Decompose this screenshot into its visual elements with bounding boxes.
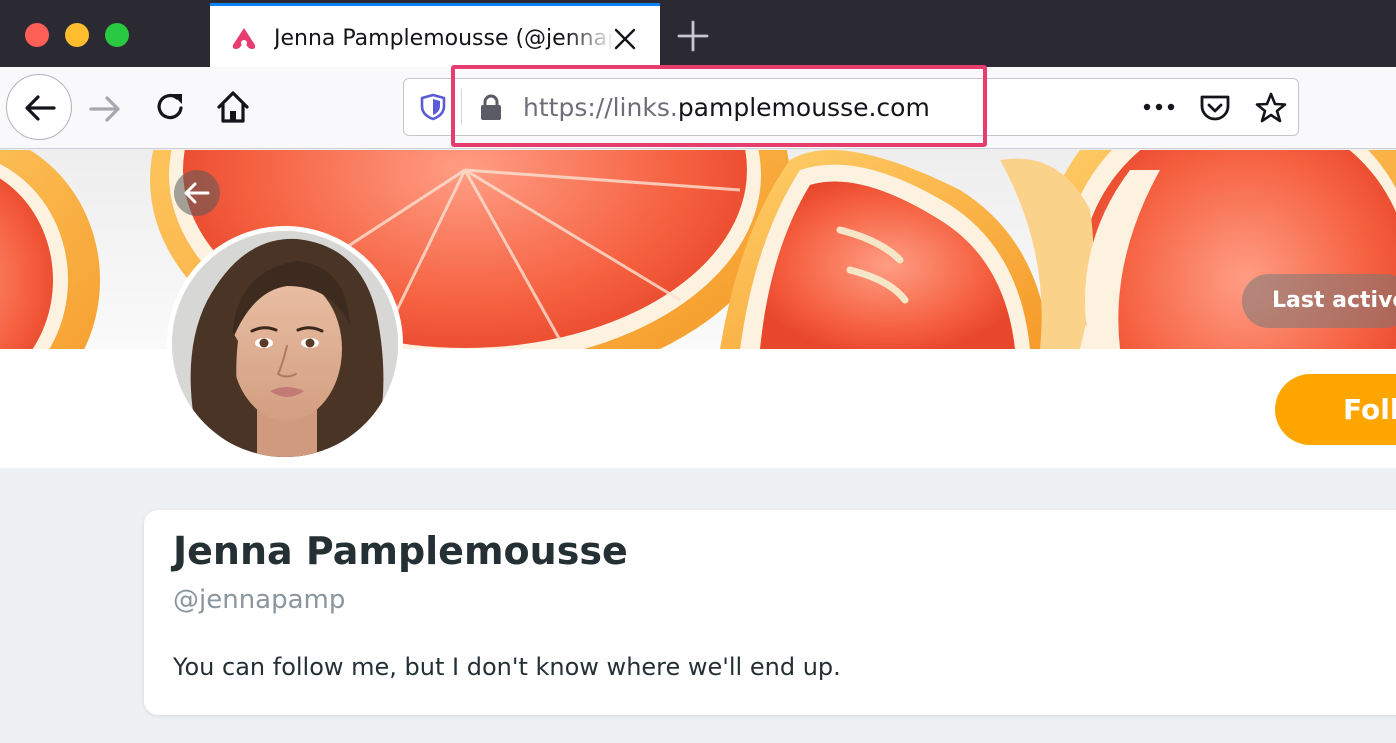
pocket-icon[interactable] — [1198, 93, 1232, 123]
navigation-toolbar: https://links.pamplemousse.com — [0, 67, 1396, 149]
url-bar[interactable]: https://links.pamplemousse.com — [403, 78, 1299, 136]
window-minimize-button[interactable] — [65, 23, 89, 47]
profile-bio: You can follow me, but I don't know wher… — [173, 653, 841, 681]
profile-info-card: Jenna Pamplemousse @jennapamp You can fo… — [144, 510, 1396, 715]
profile-display-name: Jenna Pamplemousse — [173, 529, 628, 573]
profile-photo — [172, 231, 398, 457]
last-active-badge: Last active — [1242, 274, 1396, 328]
arrow-right-icon[interactable] — [87, 91, 123, 127]
new-tab-plus-icon[interactable] — [676, 19, 710, 53]
star-icon[interactable] — [1254, 91, 1288, 125]
profile-back-button[interactable] — [174, 170, 220, 216]
arrow-left-icon — [25, 95, 56, 121]
arrow-left-icon — [184, 182, 210, 204]
url-prefix: https://links. — [523, 93, 678, 122]
reload-icon[interactable] — [152, 89, 188, 125]
active-tab[interactable]: Jenna Pamplemousse (@jennapamp) — [210, 3, 660, 67]
tab-strip: Jenna Pamplemousse (@jennapamp) — [0, 0, 1396, 67]
tracking-protection-shield-icon[interactable] — [420, 93, 446, 121]
more-actions-icon[interactable] — [1140, 93, 1178, 121]
pink-heart-link-icon — [229, 24, 259, 54]
avatar — [167, 226, 403, 462]
profile-page: Last active Foll Jenna Pamplemousse @jen… — [0, 150, 1396, 743]
url-text[interactable]: https://links.pamplemousse.com — [523, 91, 930, 125]
url-bar-divider — [461, 89, 462, 125]
home-icon[interactable] — [214, 88, 252, 126]
tab-title: Jenna Pamplemousse (@jennapamp) — [274, 26, 614, 51]
back-button[interactable] — [6, 74, 72, 140]
url-domain: pamplemousse.com — [677, 93, 930, 122]
lock-icon[interactable] — [478, 93, 504, 121]
window-zoom-button[interactable] — [105, 23, 129, 47]
window-close-button[interactable] — [25, 23, 49, 47]
close-icon[interactable] — [612, 26, 638, 52]
follow-button[interactable]: Follow — [1275, 374, 1396, 445]
profile-handle: @jennapamp — [173, 585, 346, 615]
